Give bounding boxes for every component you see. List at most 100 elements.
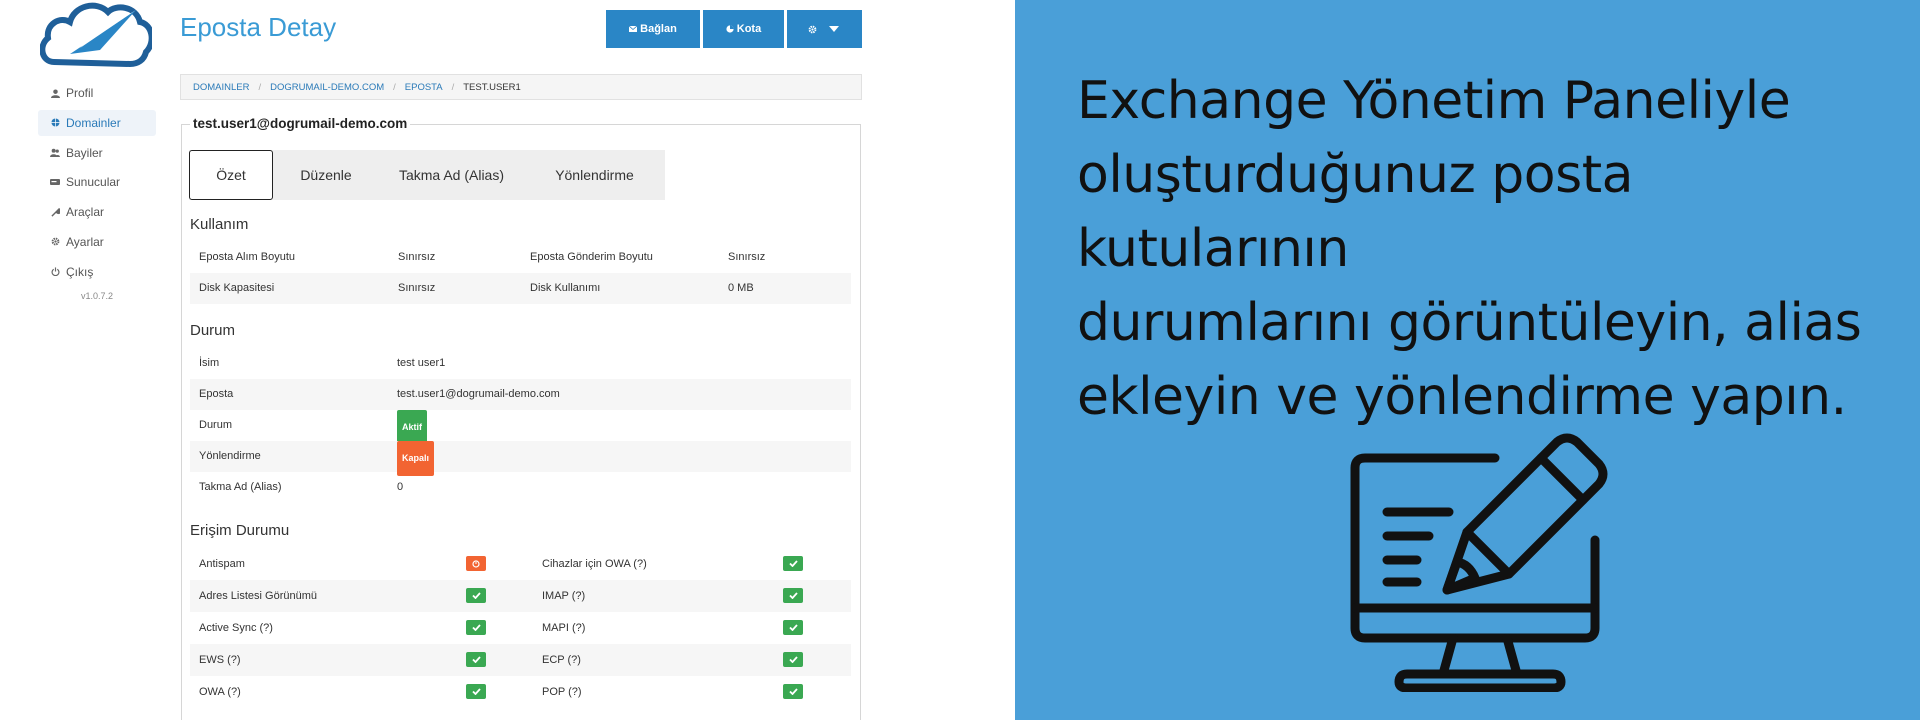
access-label: Cihazlar için OWA (?) bbox=[542, 558, 647, 570]
settings-dropdown-button[interactable] bbox=[787, 10, 862, 48]
status-row-forward: Yönlendirme Kapalı bbox=[190, 441, 851, 476]
globe-icon bbox=[50, 118, 60, 128]
connect-button-label: Bağlan bbox=[640, 23, 677, 35]
sidebar-item-ayarlar[interactable]: Ayarlar bbox=[38, 229, 156, 255]
access-row: OWA (?) POP (?) bbox=[190, 676, 851, 708]
access-section-title: Erişim Durumu bbox=[190, 522, 290, 539]
check-icon[interactable] bbox=[466, 588, 486, 603]
access-label: IMAP (?) bbox=[542, 590, 586, 602]
forward-label: Yönlendirme bbox=[199, 450, 261, 462]
state-label: Durum bbox=[199, 419, 233, 431]
alias-label: Takma Ad (Alias) bbox=[199, 481, 282, 493]
breadcrumb-link-eposta[interactable]: EPOSTA bbox=[405, 82, 443, 93]
sidebar-item-label: Araçlar bbox=[66, 205, 105, 220]
usage-row: Disk Kapasitesi Sınırsız Disk Kullanımı … bbox=[190, 273, 851, 304]
promo-headline: Exchange Yönetim Paneliyle oluşturduğunu… bbox=[1077, 64, 1897, 434]
promo-line: Exchange Yönetim Paneliyle bbox=[1077, 71, 1791, 131]
usage-label: Disk Kapasitesi bbox=[199, 282, 275, 294]
tab-ozet[interactable]: Özet bbox=[189, 150, 273, 200]
breadcrumb-link-domain[interactable]: DOGRUMAIL-DEMO.COM bbox=[270, 82, 384, 93]
sidebar: Profil Domainler Bayiler Sunucular Araçl… bbox=[38, 80, 156, 301]
promo-line: ekleyin ve yönlendirme yapın. bbox=[1077, 367, 1847, 427]
power-off-icon[interactable] bbox=[466, 556, 486, 571]
user-icon bbox=[50, 88, 60, 98]
promo-panel: Exchange Yönetim Paneliyle oluşturduğunu… bbox=[1015, 0, 1920, 720]
server-icon bbox=[50, 177, 60, 187]
connect-button[interactable]: Bağlan bbox=[606, 10, 700, 48]
power-icon bbox=[50, 267, 60, 277]
usage-row: Eposta Alım Boyutu Sınırsız Eposta Gönde… bbox=[190, 242, 851, 273]
monitor-pencil-icon bbox=[1350, 433, 1608, 692]
gear-icon bbox=[50, 237, 60, 247]
sidebar-item-cikis[interactable]: Çıkış bbox=[38, 259, 156, 285]
access-label: OWA (?) bbox=[199, 686, 241, 698]
usage-label: Eposta Alım Boyutu bbox=[199, 251, 295, 263]
check-icon[interactable] bbox=[783, 684, 803, 699]
sidebar-item-label: Çıkış bbox=[66, 264, 94, 279]
status-row-email: Eposta test.user1@dogrumail-demo.com bbox=[190, 379, 851, 410]
access-label: EWS (?) bbox=[199, 654, 241, 666]
gear-icon bbox=[808, 25, 816, 33]
status-row-alias: Takma Ad (Alias) 0 bbox=[190, 472, 851, 503]
panel-title: test.user1@dogrumail-demo.com bbox=[190, 116, 411, 131]
toolbar: Bağlan Kota bbox=[606, 10, 865, 48]
usage-label: Disk Kullanımı bbox=[530, 282, 601, 294]
usage-value: Sınırsız bbox=[728, 251, 766, 263]
promo-line: oluşturduğunuz posta kutularının bbox=[1077, 145, 1633, 279]
tab-yonlendirme[interactable]: Yönlendirme bbox=[524, 150, 665, 200]
check-icon[interactable] bbox=[783, 652, 803, 667]
email-value: test.user1@dogrumail-demo.com bbox=[397, 388, 560, 400]
access-label: MAPI (?) bbox=[542, 622, 586, 634]
status-row-name: İsim test user1 bbox=[190, 348, 851, 379]
envelope-icon bbox=[629, 26, 638, 32]
access-row: EWS (?) ECP (?) bbox=[190, 644, 851, 676]
access-label: Antispam bbox=[199, 558, 245, 570]
access-label: Active Sync (?) bbox=[199, 622, 273, 634]
sidebar-item-label: Profil bbox=[66, 86, 94, 100]
check-icon[interactable] bbox=[466, 684, 486, 699]
breadcrumb-link-domainler[interactable]: DOMAINLER bbox=[193, 82, 249, 93]
cloud-logo-icon bbox=[40, 2, 152, 68]
name-label: İsim bbox=[199, 357, 220, 369]
sidebar-item-sunucular[interactable]: Sunucular bbox=[38, 169, 156, 195]
sidebar-item-domainler[interactable]: Domainler bbox=[38, 109, 156, 136]
check-icon[interactable] bbox=[466, 620, 486, 635]
breadcrumb-separator: / bbox=[451, 81, 455, 93]
app-screenshot: Profil Domainler Bayiler Sunucular Araçl… bbox=[0, 0, 1015, 720]
check-icon[interactable] bbox=[783, 620, 803, 635]
sidebar-item-label: Sunucular bbox=[66, 175, 121, 190]
breadcrumb: DOMAINLER / DOGRUMAIL-DEMO.COM / EPOSTA … bbox=[180, 74, 862, 100]
alias-value: 0 bbox=[397, 481, 404, 493]
email-label: Eposta bbox=[199, 388, 234, 400]
tab-bar: Özet Düzenle Takma Ad (Alias) Yönlendirm… bbox=[189, 150, 665, 200]
sidebar-item-araclar[interactable]: Araçlar bbox=[38, 199, 156, 225]
usage-value: Sınırsız bbox=[398, 282, 436, 294]
users-icon bbox=[50, 148, 60, 158]
caret-down-icon bbox=[828, 26, 839, 32]
breadcrumb-current: TEST.USER1 bbox=[463, 81, 521, 93]
access-row: Antispam Cihazlar için OWA (?) bbox=[190, 548, 851, 580]
status-row-state: Durum Aktif bbox=[190, 410, 851, 445]
sidebar-item-profil[interactable]: Profil bbox=[38, 80, 156, 106]
sidebar-item-label: Bayiler bbox=[66, 145, 103, 160]
usage-value: Sınırsız bbox=[398, 251, 436, 263]
check-icon[interactable] bbox=[783, 556, 803, 571]
page-title: Eposta Detay bbox=[180, 12, 337, 42]
check-icon[interactable] bbox=[783, 588, 803, 603]
check-icon[interactable] bbox=[466, 652, 486, 667]
quota-button[interactable]: Kota bbox=[703, 10, 784, 48]
quota-button-label: Kota bbox=[736, 23, 762, 35]
access-label: POP (?) bbox=[542, 686, 582, 698]
access-row: Adres Listesi Görünümü IMAP (?) bbox=[190, 580, 851, 612]
breadcrumb-separator: / bbox=[258, 81, 262, 93]
version-label: v1.0.7.2 bbox=[80, 290, 114, 301]
tab-alias[interactable]: Takma Ad (Alias) bbox=[379, 150, 524, 200]
name-value: test user1 bbox=[397, 357, 446, 369]
promo-line: durumlarını görüntüleyin, alias bbox=[1077, 293, 1862, 353]
access-label: Adres Listesi Görünümü bbox=[199, 590, 317, 602]
status-section-title: Durum bbox=[190, 322, 236, 339]
pie-icon bbox=[726, 25, 734, 33]
sidebar-item-bayiler[interactable]: Bayiler bbox=[38, 140, 156, 166]
tab-duzenle[interactable]: Düzenle bbox=[273, 150, 379, 200]
wrench-icon bbox=[50, 207, 60, 217]
